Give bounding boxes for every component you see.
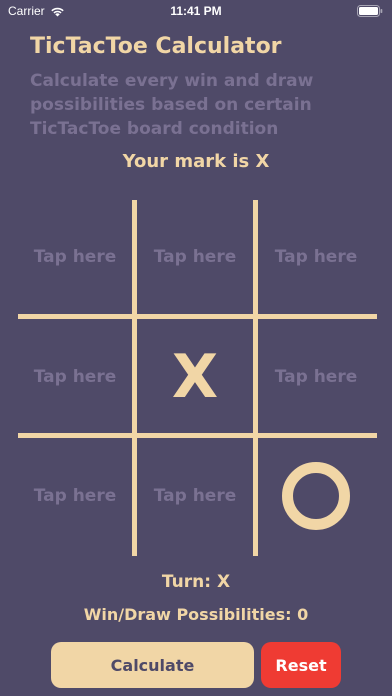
status-bar: Carrier 11:41 PM [0, 0, 392, 22]
x-mark: X [171, 342, 219, 412]
cell-placeholder: Tap here [33, 486, 117, 506]
possibilities-label: Win/Draw Possibilities: 0 [83, 605, 309, 624]
board-cell-3[interactable]: Tap here [259, 200, 373, 314]
grid-line-vertical-1 [132, 200, 137, 556]
cell-placeholder: Tap here [33, 367, 117, 387]
reset-button[interactable]: Reset [261, 642, 341, 688]
calculate-button[interactable]: Calculate [51, 642, 254, 688]
board-cell-4[interactable]: Tap here [18, 320, 132, 434]
status-time: 11:41 PM [170, 4, 222, 18]
grid-line-horizontal-1 [18, 314, 377, 319]
o-mark-icon [282, 462, 350, 530]
board-cell-5[interactable]: X [138, 320, 252, 434]
board-cell-8[interactable]: Tap here [138, 439, 252, 553]
cell-placeholder: Tap here [153, 247, 237, 267]
turn-label: Turn: X [161, 572, 231, 592]
player-mark-label: Your mark is X [122, 151, 270, 172]
board-cell-1[interactable]: Tap here [18, 200, 132, 314]
board-cell-6[interactable]: Tap here [259, 320, 373, 434]
cell-placeholder: Tap here [274, 247, 358, 267]
board-cell-7[interactable]: Tap here [18, 439, 132, 553]
cell-placeholder: Tap here [33, 247, 117, 267]
cell-placeholder: Tap here [274, 367, 358, 387]
board-cell-2[interactable]: Tap here [138, 200, 252, 314]
board-cell-9[interactable] [259, 439, 373, 553]
app-subtitle: Calculate every win and draw possibiliti… [30, 71, 314, 139]
tictactoe-board: Tap here Tap here Tap here Tap here X Ta… [18, 200, 377, 556]
app-title: TicTacToe Calculator [30, 34, 282, 59]
grid-line-vertical-2 [253, 200, 258, 556]
cell-placeholder: Tap here [153, 486, 237, 506]
battery-icon [357, 5, 383, 20]
